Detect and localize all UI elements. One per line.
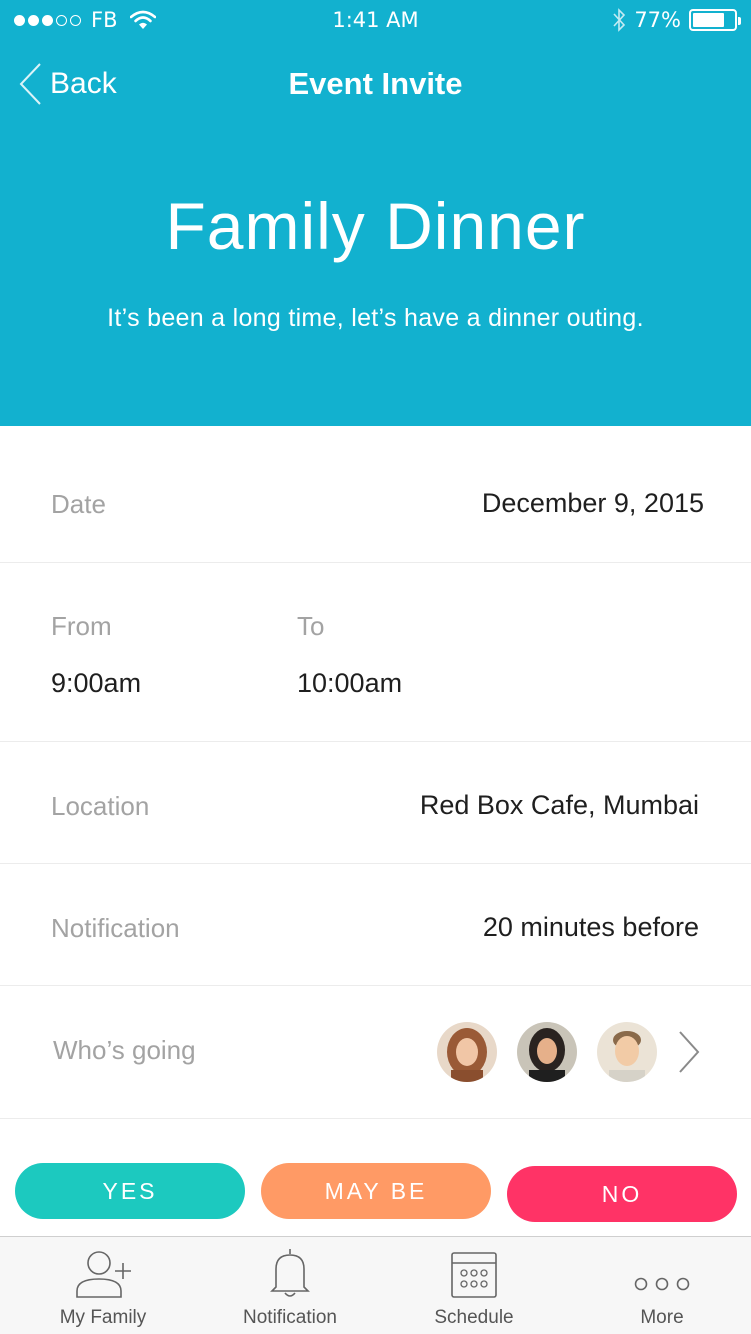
to-label: To [297,611,325,641]
chevron-right-icon[interactable] [677,1030,701,1074]
tab-more[interactable]: More [602,1237,722,1334]
attendees-row[interactable]: Who’s going [0,986,751,1119]
rsvp-yes-button[interactable]: YES [15,1163,245,1219]
attendees-label: Who’s going [53,1035,196,1065]
notification-row[interactable]: Notification 20 minutes before [0,864,751,986]
tab-notification[interactable]: Notification [230,1237,350,1334]
tab-bar: My Family Notification Schedule More [0,1236,751,1334]
tab-schedule[interactable]: Schedule [414,1237,534,1334]
status-right: 77% [612,8,741,32]
attendee-avatars [437,1022,657,1082]
date-row: Date December 9, 2015 [0,426,751,563]
nav-title: Event Invite [288,66,463,101]
battery-icon [689,9,741,31]
tab-my-family[interactable]: My Family [43,1237,163,1334]
date-label: Date [51,489,106,519]
tab-label: Schedule [434,1307,514,1328]
event-description: It’s been a long time, let’s have a dinn… [107,304,644,332]
time-row: From 9:00am To 10:00am [0,563,751,742]
rsvp-no-button[interactable]: NO [507,1166,737,1222]
add-user-icon [76,1251,131,1298]
from-label: From [51,611,112,641]
more-dots-icon [634,1277,690,1291]
avatar[interactable] [437,1022,497,1082]
to-value: 10:00am [297,668,403,698]
tab-label: More [640,1307,684,1328]
location-label: Location [51,791,150,821]
location-row[interactable]: Location Red Box Cafe, Mumbai [0,742,751,864]
tab-label: My Family [59,1307,147,1328]
location-value: Red Box Cafe, Mumbai [419,790,699,820]
tab-label: Notification [243,1307,337,1328]
nav-bar: Back Event Invite [0,56,751,116]
notification-value: 20 minutes before [482,912,699,942]
calendar-icon [451,1252,497,1298]
event-title: Family Dinner [165,189,586,263]
notification-label: Notification [51,913,180,943]
rsvp-maybe-button[interactable]: MAY BE [261,1163,491,1219]
battery-percent: 77% [634,8,681,32]
bluetooth-icon [613,8,626,32]
avatar[interactable] [517,1022,577,1082]
avatar[interactable] [597,1022,657,1082]
from-value: 9:00am [51,668,142,698]
bell-icon [270,1249,310,1297]
status-bar: FB 1:41 AM 77% [0,0,751,40]
date-value: December 9, 2015 [481,488,704,518]
event-header: FB 1:41 AM 77% Back Event Invite Family … [0,0,751,426]
